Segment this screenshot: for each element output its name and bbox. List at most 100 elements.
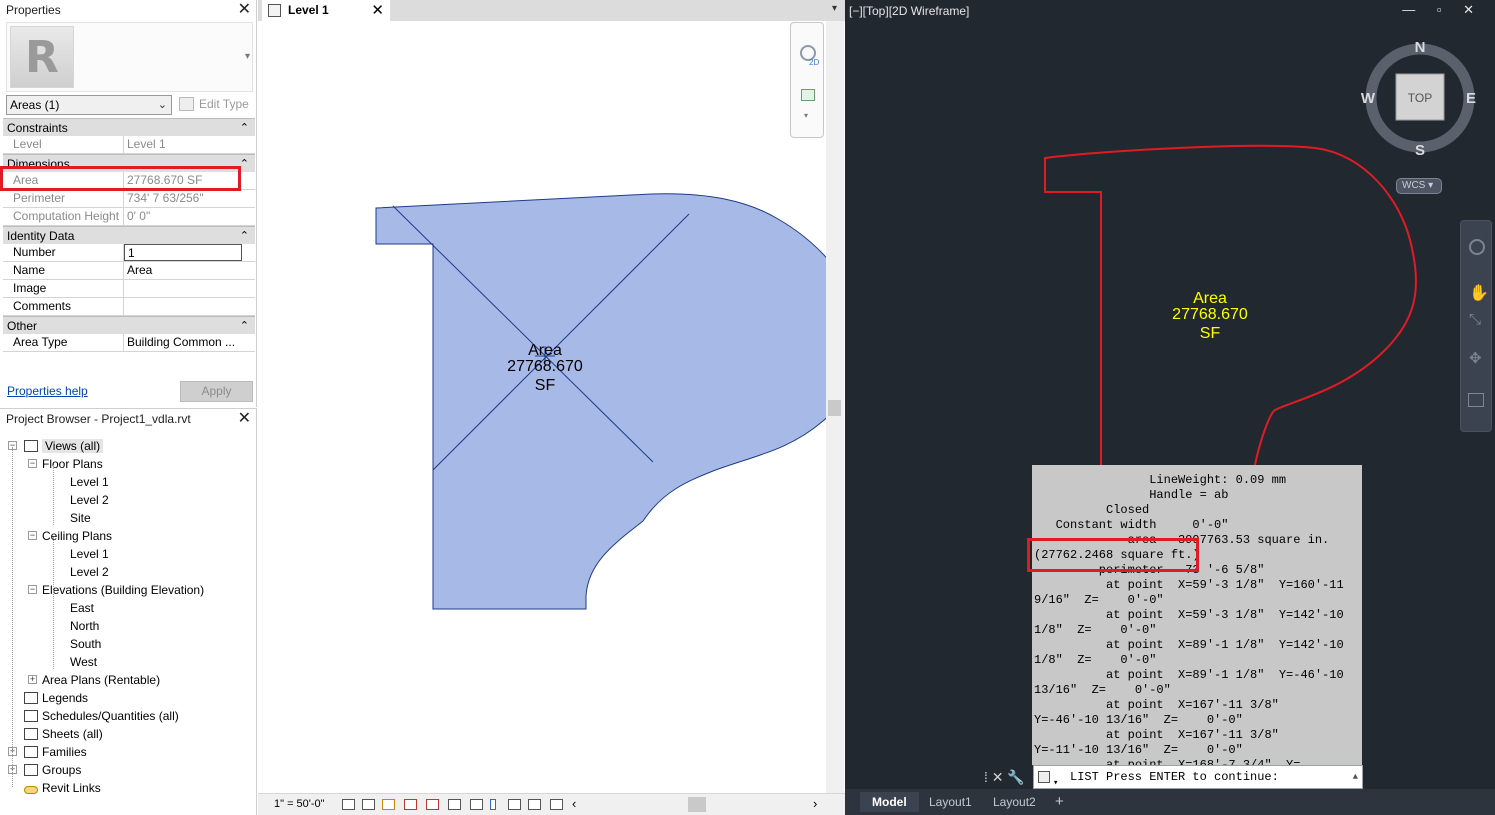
collapse-icon[interactable]: ⌃ — [240, 227, 249, 245]
tree-item-sheets-all[interactable]: Sheets (all) — [24, 725, 103, 743]
browser-close-icon[interactable]: ✕ — [238, 409, 251, 429]
visual-style-icon[interactable] — [362, 799, 375, 810]
tree-item-label: Revit Links — [42, 781, 101, 795]
analytical-model-icon[interactable] — [528, 799, 541, 810]
floor-plan-canvas[interactable]: Area 27768.670 SF — [258, 21, 826, 793]
type-dropdown-arrow-icon[interactable]: ▾ — [245, 51, 250, 62]
collapse-toggle-icon[interactable]: − — [28, 459, 37, 468]
command-grip-icon[interactable]: ⁞ — [984, 769, 988, 785]
orbit-icon[interactable]: ✥ — [1469, 349, 1482, 367]
tab-level-1[interactable]: Level 1 ✕ — [262, 0, 390, 21]
group-constraints[interactable]: Constraints ⌃ — [3, 118, 255, 136]
tree-item-schedules-quantities-all[interactable]: Schedules/Quantities (all) — [24, 707, 179, 725]
tree-item-level-2[interactable]: Level 2 — [70, 491, 109, 509]
collapse-toggle-icon[interactable]: − — [28, 531, 37, 540]
area-text-unit[interactable]: SF — [1200, 325, 1221, 342]
area-tag-name[interactable]: Area — [528, 342, 562, 359]
collapse-icon[interactable]: ⌃ — [240, 119, 249, 137]
pan-icon[interactable]: ✋ — [1469, 283, 1489, 303]
name-field[interactable]: Area — [124, 262, 255, 279]
zoom-region-icon[interactable] — [801, 89, 815, 101]
command-line[interactable]: ▾ LIST Press ENTER to continue: ▲ — [1033, 765, 1363, 789]
tree-item-area-plans-rentable[interactable]: Area Plans (Rentable) — [42, 671, 160, 689]
compass-west[interactable]: W — [1361, 90, 1376, 107]
group-other[interactable]: Other ⌃ — [3, 316, 255, 334]
reveal-hidden-icon[interactable] — [490, 799, 496, 810]
add-layout-icon[interactable]: + — [1055, 792, 1064, 812]
tree-item-floor-plans[interactable]: Floor Plans — [42, 455, 103, 473]
tree-item-north[interactable]: North — [70, 617, 99, 635]
list-line: 13/16" Z= 0'-0" — [1034, 683, 1171, 697]
families-icon — [24, 746, 38, 758]
tree-item-groups[interactable]: Groups — [24, 761, 81, 779]
scroll-thumb[interactable] — [828, 400, 841, 416]
command-expand-icon[interactable]: ▲ — [1353, 766, 1358, 788]
vertical-scrollbar[interactable] — [826, 21, 844, 795]
tree-item-elevations-building-elevation[interactable]: Elevations (Building Elevation) — [42, 581, 204, 599]
tree-item-label: Floor Plans — [42, 457, 103, 471]
type-selector[interactable]: Areas (1) ⌄ — [6, 95, 172, 115]
edit-type-button[interactable]: Edit Type — [179, 95, 249, 115]
wcs-menu[interactable]: WCS ▾ — [1396, 178, 1442, 194]
tab-layout2[interactable]: Layout2 — [981, 792, 1048, 812]
tree-item-west[interactable]: West — [70, 653, 97, 671]
properties-help-link[interactable]: Properties help — [7, 384, 88, 398]
collapse-toggle-icon[interactable]: − — [28, 585, 37, 594]
list-line: perimeter 73 '-6 5/8" — [1034, 563, 1265, 577]
tree-item-families[interactable]: Families — [24, 743, 87, 761]
shadows-icon[interactable] — [404, 799, 417, 810]
area-tag-value[interactable]: 27768.670 — [507, 358, 583, 375]
customize-wrench-icon[interactable]: 🔧 — [1007, 769, 1024, 785]
zoom-dropdown-icon[interactable]: ▾ — [804, 111, 808, 120]
type-preview[interactable]: R ▾ — [6, 22, 253, 92]
area-tag-unit[interactable]: SF — [535, 377, 556, 394]
tree-item-site[interactable]: Site — [70, 509, 91, 527]
crop-view-icon[interactable] — [426, 799, 439, 810]
horizontal-scroll-thumb[interactable] — [688, 797, 706, 812]
area-text-value[interactable]: 27768.670 — [1172, 306, 1248, 323]
compass-north[interactable]: N — [1415, 39, 1426, 56]
image-field[interactable] — [124, 280, 255, 297]
comments-field[interactable] — [124, 298, 255, 315]
view-scale[interactable]: 1" = 50'-0" — [274, 798, 325, 810]
collapse-icon[interactable]: ⌃ — [240, 155, 249, 173]
temporary-hide-icon[interactable] — [470, 799, 483, 810]
tab-close-icon[interactable]: ✕ — [371, 0, 384, 21]
tree-item-revit-links[interactable]: Revit Links — [24, 779, 101, 797]
tree-item-level-1[interactable]: Level 1 — [70, 545, 109, 563]
compass-south[interactable]: S — [1415, 142, 1425, 159]
number-input[interactable]: 1 — [124, 244, 242, 261]
view-tab-bar: Level 1 ✕ ▾ — [258, 0, 845, 21]
command-close-icon[interactable]: ✕ — [992, 769, 1004, 785]
group-identity-data[interactable]: Identity Data ⌃ — [3, 226, 255, 244]
tree-item-east[interactable]: East — [70, 599, 94, 617]
properties-close-icon[interactable]: ✕ — [238, 0, 251, 20]
tree-item-level-2[interactable]: Level 2 — [70, 563, 109, 581]
list-line: (27762.2468 square ft.) — [1034, 548, 1200, 562]
detail-level-icon[interactable] — [342, 799, 355, 810]
showmotion-icon[interactable] — [1468, 393, 1484, 407]
area-type-field[interactable]: Building Common ... — [124, 334, 255, 351]
area-text-name[interactable]: Area — [1193, 290, 1227, 307]
highlight-displacement-icon[interactable] — [550, 799, 563, 810]
collapse-icon[interactable]: ⌃ — [240, 317, 249, 335]
tab-model[interactable]: Model — [860, 792, 919, 812]
tab-layout1[interactable]: Layout1 — [917, 792, 984, 812]
command-history-icon[interactable] — [1038, 771, 1050, 783]
group-dimensions[interactable]: Dimensions ⌃ — [3, 154, 255, 172]
tree-item-legends[interactable]: Legends — [24, 689, 88, 707]
tree-item-views-all[interactable]: Views (all) — [24, 437, 104, 455]
scroll-right-icon[interactable]: › — [813, 796, 817, 811]
tab-menu-icon[interactable]: ▾ — [832, 3, 837, 14]
worksharing-icon[interactable] — [508, 799, 521, 810]
zoom-extents-icon[interactable]: ⤡ — [1469, 311, 1481, 328]
compass-east[interactable]: E — [1466, 90, 1476, 107]
expand-toggle-icon[interactable]: + — [28, 675, 37, 684]
show-crop-region-icon[interactable] — [448, 799, 461, 810]
apply-button[interactable]: Apply — [180, 381, 253, 402]
tree-item-level-1[interactable]: Level 1 — [70, 473, 109, 491]
scroll-left-icon[interactable]: ‹ — [572, 796, 576, 811]
sun-path-icon[interactable] — [382, 799, 395, 810]
tree-item-south[interactable]: South — [70, 635, 101, 653]
steering-wheel-icon[interactable] — [1469, 239, 1485, 255]
